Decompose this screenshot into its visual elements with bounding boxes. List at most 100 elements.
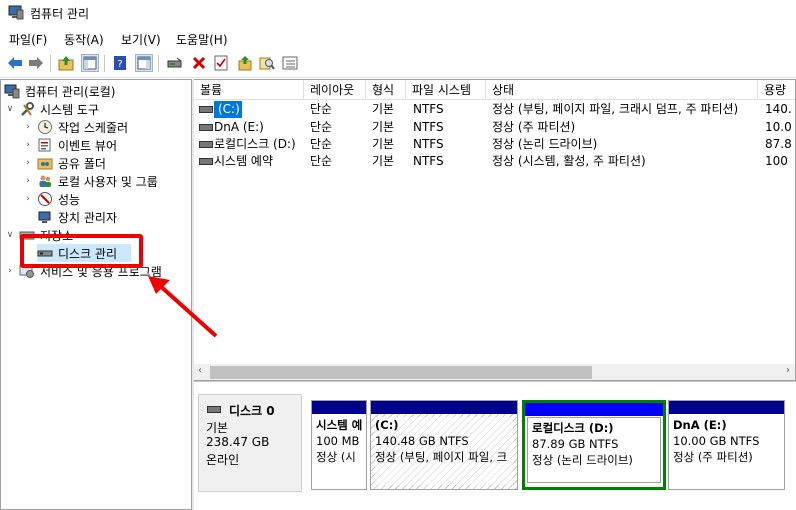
scroll-left-icon[interactable]: ‹: [198, 365, 202, 376]
volume-layout: 단순: [310, 102, 333, 116]
tree-item-local-users[interactable]: › 로컬 사용자 및 그룹: [23, 172, 158, 190]
disk-name: 디스크 0: [229, 404, 275, 418]
tree-item-system-tools[interactable]: ∨ 시스템 도구: [5, 100, 99, 118]
disk-map: 디스크 0 기본 238.47 GB 온라인 시스템 예 100 MB 정상 (…: [194, 381, 796, 510]
menu-help[interactable]: 도움말(H): [176, 31, 228, 48]
volume-type: 기본: [372, 137, 395, 151]
up-folder-button[interactable]: [57, 54, 75, 72]
partition-bar: [525, 403, 663, 416]
forward-button[interactable]: [27, 54, 45, 72]
volume-type: 기본: [372, 102, 395, 116]
table-row[interactable]: (C:) 단순 기본 NTFS 정상 (부팅, 페이지 파일, 크래시 덤프, …: [194, 101, 795, 118]
partition-size: 140.48 GB NTFS: [375, 434, 469, 448]
chevron-right-icon[interactable]: ›: [23, 158, 33, 168]
forward-arrow-icon: [29, 57, 43, 69]
tree-item-task-scheduler[interactable]: › 작업 스케줄러: [23, 118, 128, 136]
users-icon: [39, 175, 51, 187]
list-icon: [282, 56, 298, 70]
volume-drive-icon: [199, 158, 213, 165]
folder-up-icon: [58, 56, 74, 71]
chevron-right-icon[interactable]: ›: [23, 194, 33, 204]
partition-d[interactable]: 로컬디스크 (D:) 87.89 GB NTFS 정상 (논리 드라이브): [522, 400, 666, 490]
search-button[interactable]: [258, 54, 276, 72]
checklist-icon: [214, 55, 228, 71]
show-hide-tree-button[interactable]: [81, 54, 99, 72]
tools-icon: [21, 102, 34, 116]
column-capacity[interactable]: 용량: [758, 80, 795, 100]
scroll-right-icon[interactable]: ›: [786, 365, 790, 376]
disk-state: 온라인: [206, 453, 240, 467]
help-button[interactable]: ?: [111, 54, 129, 72]
tree-item-performance[interactable]: › 성능: [23, 190, 80, 208]
title-bar: 컴퓨터 관리: [0, 0, 796, 26]
chevron-right-icon[interactable]: ›: [5, 266, 15, 276]
tree-item-device-manager[interactable]: 장치 관리자: [37, 208, 117, 226]
volume-drive-icon: [199, 124, 213, 131]
computer-management-icon: [8, 5, 24, 20]
partition-size: 10.00 GB NTFS: [673, 434, 760, 448]
volume-drive-icon: [199, 141, 213, 148]
partition-size: 100 MB: [316, 434, 360, 448]
volume-status: 정상 (시스템, 활성, 주 파티션): [492, 154, 646, 168]
tree-label: 작업 스케줄러: [58, 120, 129, 135]
tree-label: 이벤트 뷰어: [58, 138, 118, 153]
table-row[interactable]: 시스템 예약 단순 기본 NTFS 정상 (시스템, 활성, 주 파티션) 10…: [194, 153, 795, 170]
horizontal-scrollbar[interactable]: ‹ ›: [194, 364, 795, 380]
volume-fs: NTFS: [413, 154, 444, 168]
table-row[interactable]: 로컬디스크 (D:) 단순 기본 NTFS 정상 (논리 드라이브) 87.8: [194, 136, 795, 153]
tree-label: 컴퓨터 관리(로컬): [25, 84, 116, 99]
menu-file[interactable]: 파일(F): [9, 31, 47, 48]
event-viewer-icon: [38, 138, 51, 152]
table-row[interactable]: DnA (E:) 단순 기본 NTFS 정상 (주 파티션) 10.0: [194, 119, 795, 136]
chevron-right-icon[interactable]: ›: [23, 176, 33, 186]
tree-label: 로컬 사용자 및 그룹: [58, 174, 158, 189]
console-tree-icon: [83, 56, 97, 70]
partition-system-reserved[interactable]: 시스템 예 100 MB 정상 (시: [311, 400, 367, 490]
tree-label: 공유 폴더: [58, 156, 106, 171]
highlight-annotation-box: [20, 234, 143, 268]
volume-name: 시스템 예약: [214, 154, 274, 168]
disk-type: 기본: [206, 421, 229, 435]
tree-item-event-viewer[interactable]: › 이벤트 뷰어: [23, 136, 117, 154]
column-file-system[interactable]: 파일 시스템: [406, 80, 486, 100]
list-view-button[interactable]: [281, 54, 299, 72]
column-status[interactable]: 상태: [486, 80, 758, 100]
toolbar: ?: [0, 50, 796, 78]
tree-item-shared-folders[interactable]: › 공유 폴더: [23, 154, 106, 172]
column-volume[interactable]: 볼륨: [194, 80, 304, 100]
partition-name: 시스템 예: [316, 418, 362, 432]
properties-button[interactable]: [212, 54, 230, 72]
tree-label: 성능: [58, 192, 81, 207]
chevron-down-icon[interactable]: ∨: [5, 104, 15, 114]
volume-name: 로컬디스크 (D:): [214, 137, 296, 151]
chevron-right-icon[interactable]: ›: [23, 122, 33, 132]
volume-capacity: 87.8: [765, 137, 792, 151]
show-hide-action-pane-button[interactable]: [135, 54, 153, 72]
red-arrow-annotation: [148, 276, 218, 338]
volume-status: 정상 (부팅, 페이지 파일, 크래시 덤프, 주 파티션): [492, 102, 739, 116]
column-layout[interactable]: 레이아웃: [304, 80, 366, 100]
partition-bar: [669, 401, 784, 414]
back-button[interactable]: [6, 54, 24, 72]
connect-button[interactable]: [166, 54, 184, 72]
window-title: 컴퓨터 관리: [30, 7, 90, 21]
column-type[interactable]: 형식: [366, 80, 406, 100]
delete-button[interactable]: [190, 54, 208, 72]
menu-action[interactable]: 동작(A): [64, 31, 104, 48]
disk-info[interactable]: 디스크 0 기본 238.47 GB 온라인: [198, 394, 302, 492]
help-book-icon: ?: [114, 56, 126, 70]
partition-c[interactable]: (C:) 140.48 GB NTFS 정상 (부팅, 페이지 파일, 크: [370, 400, 518, 490]
partition-name: 로컬디스크 (D:): [532, 421, 614, 435]
chevron-right-icon[interactable]: ›: [23, 140, 33, 150]
export-button[interactable]: [236, 54, 254, 72]
tree-item-computer-management[interactable]: 컴퓨터 관리(로컬): [4, 82, 115, 100]
svg-text:?: ?: [117, 59, 122, 70]
scrollbar-thumb[interactable]: [210, 366, 592, 379]
volume-status: 정상 (논리 드라이브): [492, 137, 598, 151]
volume-fs: NTFS: [413, 137, 444, 151]
menu-view[interactable]: 보기(V): [121, 31, 161, 48]
partition-e[interactable]: DnA (E:) 10.00 GB NTFS 정상 (주 파티션): [668, 400, 785, 490]
action-pane-icon: [137, 56, 151, 70]
chevron-down-icon[interactable]: ∨: [5, 230, 15, 240]
volume-name: (C:): [214, 101, 242, 118]
